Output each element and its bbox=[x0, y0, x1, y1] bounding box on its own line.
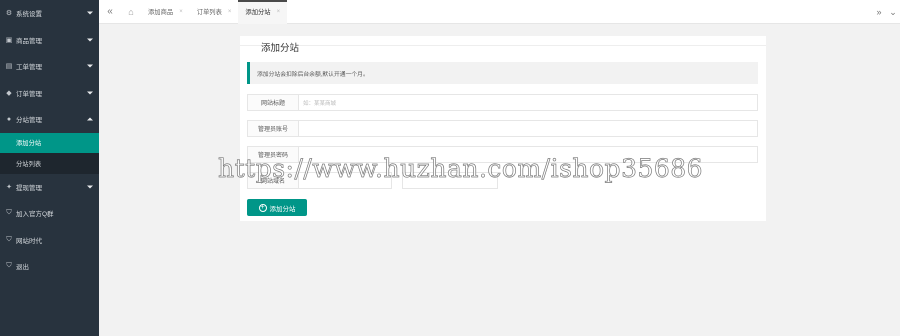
home-icon[interactable]: ⌂ bbox=[121, 7, 141, 17]
sidebar-item-label: 商品管理 bbox=[16, 37, 42, 45]
chevron-up-icon bbox=[87, 117, 93, 121]
sidebar-item-label: 退出 bbox=[16, 264, 29, 272]
chevron-down-icon bbox=[87, 11, 93, 15]
chevron-down-icon bbox=[87, 64, 93, 68]
sidebar-submenu: 添加分站 分站列表 bbox=[0, 132, 99, 174]
close-icon[interactable]: × bbox=[277, 9, 281, 15]
sidebar-subitem-substation-list[interactable]: 分站列表 bbox=[0, 153, 99, 174]
sidebar-item-label: 加入官方Q群 bbox=[16, 211, 54, 219]
ticket-icon: ▤ bbox=[5, 63, 13, 71]
shield-icon: ⛉ bbox=[6, 235, 12, 243]
sidebar-item-label: 工单管理 bbox=[16, 64, 42, 72]
box-icon: ▣ bbox=[5, 36, 13, 44]
chevron-down-icon[interactable]: ⌄ bbox=[886, 7, 900, 18]
input-placeholder: 如：某某商城 bbox=[303, 100, 337, 107]
notice-box: 添加分站会扣除后台余额,默认开通一个月。 bbox=[247, 62, 758, 84]
notice-text: 添加分站会扣除后台余额,默认开通一个月。 bbox=[257, 71, 369, 78]
tab-add-substation[interactable]: 添加分站 × bbox=[238, 0, 288, 24]
sidebar-item-ticket-management[interactable]: ▤ 工单管理 bbox=[0, 53, 99, 80]
tab-label: 订单列表 bbox=[196, 9, 222, 16]
shield-icon: ⛉ bbox=[6, 262, 12, 270]
sidebar-item-label: 分站管理 bbox=[16, 117, 42, 125]
add-substation-button[interactable]: + 添加分站 bbox=[247, 199, 307, 216]
sidebar-item-label: 订单管理 bbox=[16, 90, 42, 98]
close-icon[interactable]: × bbox=[179, 9, 183, 15]
sidebar-subitem-label: 分站列表 bbox=[16, 160, 42, 168]
sidebar-item-label: 提现管理 bbox=[16, 184, 42, 192]
sidebar-item-system-settings[interactable]: ⚙ 系统设置 bbox=[0, 0, 99, 27]
sidebar-item-logout[interactable]: ⛉ 退出 bbox=[0, 253, 99, 280]
sidebar-item-withdraw-management[interactable]: ✦ 提现管理 bbox=[0, 174, 99, 201]
tab-bar: « ⌂ 添加商品 × 订单列表 × 添加分站 × » ⌄ bbox=[99, 0, 900, 24]
button-label: 添加分站 bbox=[269, 205, 296, 213]
sidebar-item-substation-management[interactable]: ● 分站管理 bbox=[0, 106, 99, 133]
shield-icon: ⛉ bbox=[6, 209, 12, 217]
sidebar-item-label: 系统设置 bbox=[16, 11, 42, 19]
stack-icon: ◆ bbox=[6, 89, 12, 97]
field-label: 管理员账号 bbox=[247, 120, 299, 137]
form-row-site-title: 网站标题 如：某某商城 bbox=[247, 94, 758, 111]
sidebar-item-product-management[interactable]: ▣ 商品管理 bbox=[0, 27, 99, 54]
sidebar-item-join-qq-group[interactable]: ⛉ 加入官方Q群 bbox=[0, 200, 99, 227]
sidebar-subitem-label: 添加分站 bbox=[16, 140, 42, 148]
form-row-admin-account: 管理员账号 bbox=[247, 120, 758, 137]
field-label: 网站标题 bbox=[247, 94, 299, 111]
site-title-input[interactable]: 如：某某商城 bbox=[299, 94, 758, 111]
scroll-left-icon[interactable]: « bbox=[99, 6, 121, 17]
sidebar-item-website-era[interactable]: ⛉ 网站时代 bbox=[0, 227, 99, 254]
tab-label: 添加商品 bbox=[148, 9, 174, 16]
admin-account-input[interactable] bbox=[299, 120, 758, 137]
circle-icon: ● bbox=[6, 115, 12, 123]
chevron-down-icon bbox=[87, 38, 93, 42]
plus-circle-icon: + bbox=[258, 203, 267, 212]
sidebar: ⚙ 系统设置 ▣ 商品管理 ▤ 工单管理 ◆ 订单管理 ● 分站管理 添加分站 … bbox=[0, 0, 99, 336]
tab-add-product[interactable]: 添加商品 × bbox=[141, 0, 190, 24]
sidebar-item-order-management[interactable]: ◆ 订单管理 bbox=[0, 80, 99, 107]
scroll-right-icon[interactable]: » bbox=[872, 7, 886, 17]
wallet-icon: ✦ bbox=[6, 183, 12, 191]
tab-order-list[interactable]: 订单列表 × bbox=[190, 0, 239, 24]
tab-label: 添加分站 bbox=[245, 9, 271, 16]
add-substation-card: 添加分站 添加分站会扣除后台余额,默认开通一个月。 网站标题 如：某某商城 管理… bbox=[240, 36, 766, 221]
chevron-down-icon bbox=[87, 185, 93, 189]
close-icon[interactable]: × bbox=[228, 9, 232, 15]
page-title: 添加分站 bbox=[261, 40, 300, 54]
gear-icon: ⚙ bbox=[5, 10, 13, 18]
tab-bar-right-controls: » ⌄ bbox=[872, 0, 900, 24]
watermark: https://www.huzhan.com/ishop35686 bbox=[218, 154, 704, 184]
sidebar-item-label: 网站时代 bbox=[16, 237, 42, 245]
sidebar-subitem-add-substation[interactable]: 添加分站 bbox=[0, 132, 99, 153]
chevron-down-icon bbox=[87, 91, 93, 95]
fieldset-divider bbox=[240, 45, 766, 46]
